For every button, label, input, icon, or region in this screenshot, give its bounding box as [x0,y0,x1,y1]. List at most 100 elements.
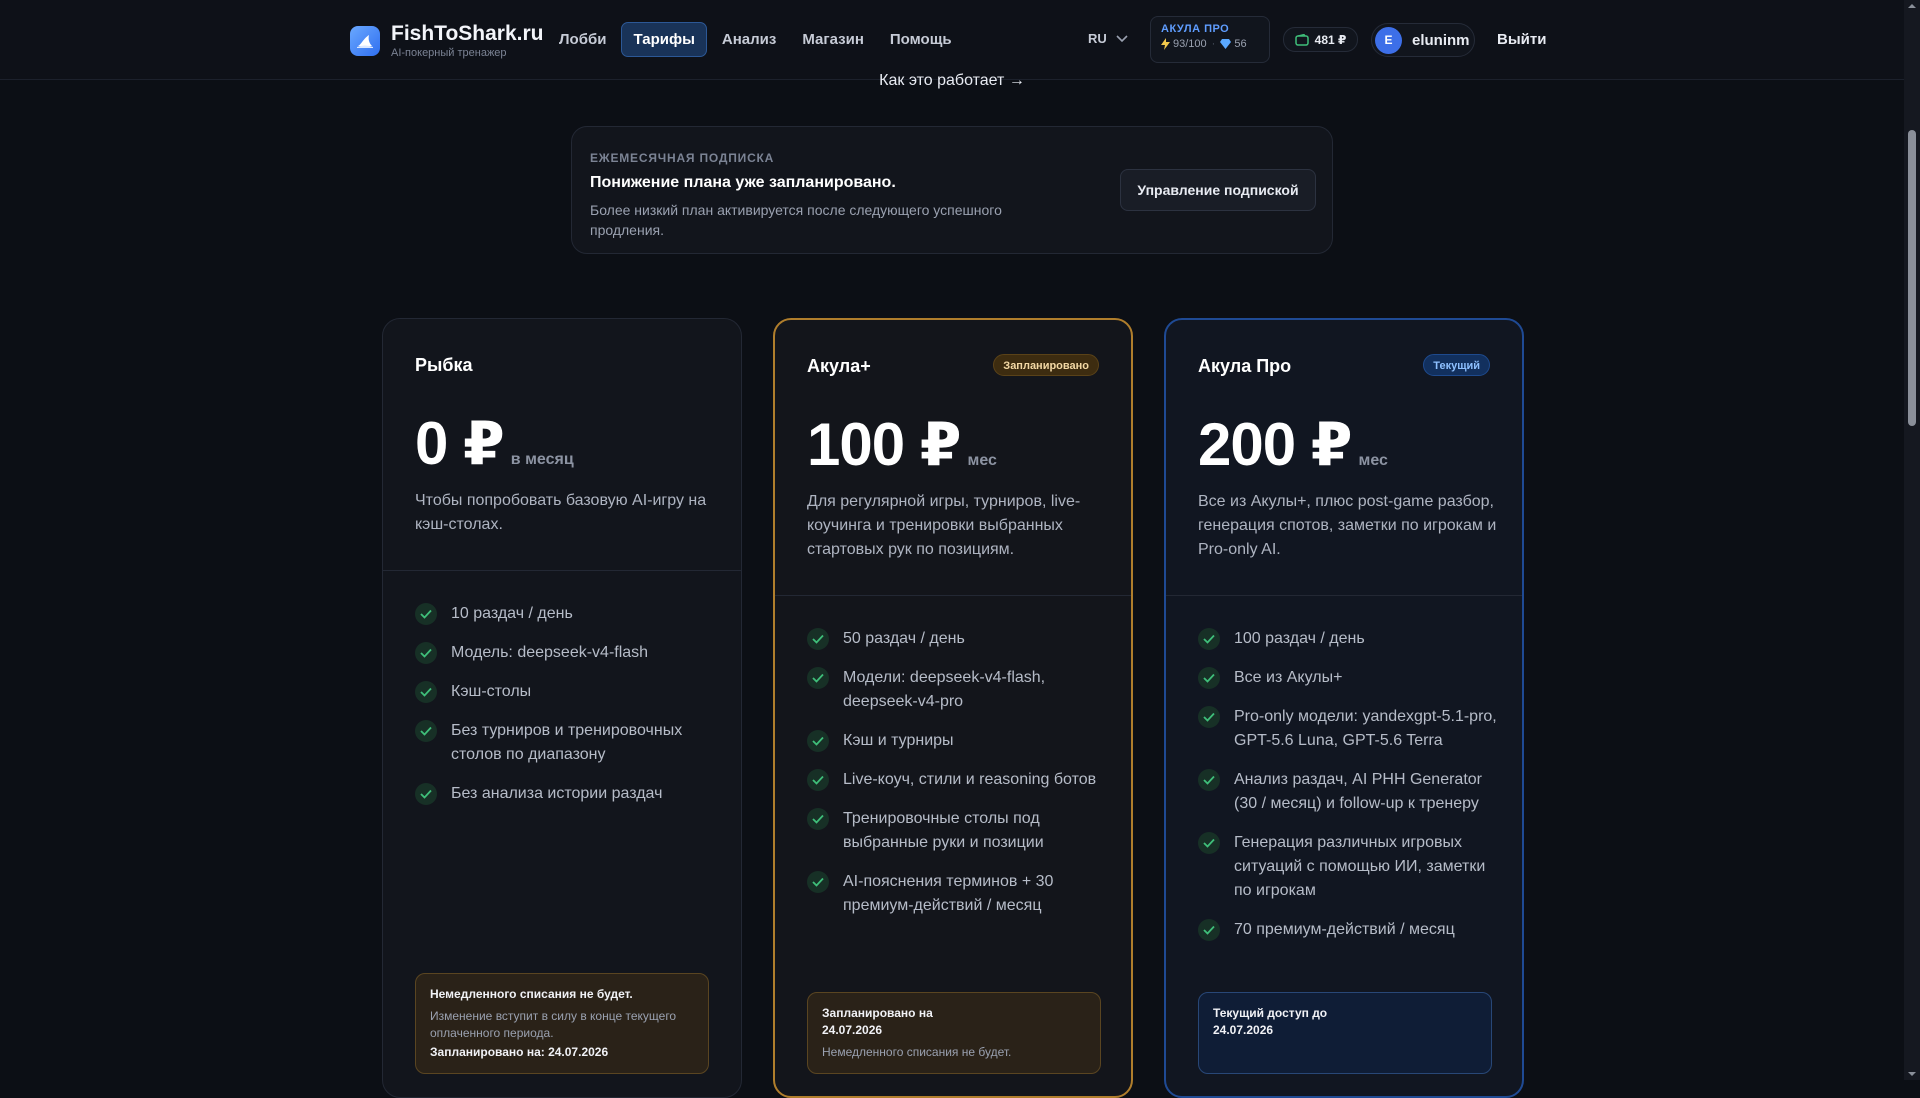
scrollbar-thumb[interactable] [1908,130,1916,426]
user-menu[interactable]: E eluninm [1371,23,1475,57]
subscription-label: ЕЖЕМЕСЯЧНАЯ ПОДПИСКА [590,151,775,165]
scroll-up-arrow-icon[interactable] [1908,2,1916,10]
feature-item: Генерация различных игровых ситуаций с п… [1198,832,1498,903]
card-divider [775,595,1131,596]
nav-help[interactable]: Помощь [879,22,963,57]
feature-item: AI-пояснения терминов + 30 премиум-дейст… [807,871,1107,918]
language-label: RU [1088,31,1107,46]
price-value: 200 ₽ [1198,411,1353,478]
feature-item: Кэш и турниры [807,730,1107,753]
note-title: Запланировано на 24.07.2026 [822,1006,933,1037]
feature-item: 10 раздач / день [415,603,715,626]
check-icon [1198,706,1220,728]
username: eluninm [1412,31,1470,49]
feature-text: AI-пояснения терминов + 30 премиум-дейст… [843,873,1054,914]
feature-text: 70 премиум-действий / месяц [1234,921,1455,938]
note-scheduled-date: Запланировано на: 24.07.2026 [430,1045,609,1059]
plan-price: 200 ₽ мес [1198,410,1388,480]
price-value: 100 ₽ [807,411,962,478]
plan-name: Акула Про [1198,356,1292,376]
gem-icon [1220,39,1232,49]
feature-item: Без анализа истории раздач [415,783,715,806]
feature-text: Кэш-столы [451,683,532,700]
feature-list: 10 раздач / день Модель: deepseek-v4-fla… [415,603,715,822]
feature-item: Тренировочные столы под выбранные руки и… [807,808,1107,855]
nav-tariffs[interactable]: Тарифы [621,22,707,57]
note-text: Изменение вступит в силу в конце текущег… [430,1009,677,1040]
note-title: Немедленного списания не будет. [430,987,633,1001]
plan-note: Текущий доступ до 24.07.2026 [1198,992,1492,1074]
feature-item: Live-коуч, стили и reasoning ботов [807,769,1107,792]
plan-description: Для регулярной игры, турниров, live-коуч… [807,493,1081,558]
feature-item: Без турниров и тренировочных столов по д… [415,720,715,767]
status-badge: Текущий [1423,354,1490,376]
chevron-down-icon [1116,34,1128,42]
main-nav: Лобби Тарифы Анализ Магазин Помощь [548,22,967,57]
feature-text: 10 раздач / день [451,605,573,622]
feature-text: Анализ раздач, AI PHH Generator (30 / ме… [1234,771,1482,812]
feature-item: Кэш-столы [415,681,715,704]
brand-tagline: AI-покерный тренажер [391,47,507,59]
note-text: Немедленного списания не будет. [822,1045,1012,1059]
wallet-amount: 481 ₽ [1314,32,1347,47]
feature-text: Live-коуч, стили и reasoning ботов [843,771,1097,788]
top-header: FishToShark.ru AI-покерный тренажер Лобб… [0,0,1904,80]
check-icon [807,808,829,830]
plan-note: Запланировано на 24.07.2026 Немедленного… [807,992,1101,1074]
feature-item: 70 премиум-действий / месяц [1198,919,1498,942]
nav-shop[interactable]: Магазин [791,22,875,57]
feature-text: 100 раздач / день [1234,630,1365,647]
current-plan-widget[interactable]: АКУЛА ПРО 93/100 · 56 [1150,16,1270,63]
how-it-works-link[interactable]: Как это работает → [0,72,1904,90]
feature-list: 50 раздач / день Модели: deepseek-v4-fla… [807,628,1107,934]
plan-note: Немедленного списания не будет. Изменени… [415,973,709,1074]
shark-fin-logo-icon [350,26,380,56]
feature-item: 50 раздач / день [807,628,1107,651]
plan-price: 100 ₽ мес [807,410,997,480]
subscription-title: Понижение плана уже запланировано. [590,174,896,191]
feature-text: 50 раздач / день [843,630,965,647]
plan-name: АКУЛА ПРО [1161,23,1230,35]
feature-item: Pro-only модели: yandexgpt-5.1-pro, GPT-… [1198,706,1498,753]
nav-analysis[interactable]: Анализ [711,22,787,57]
check-icon [1198,628,1220,650]
scroll-down-arrow-icon[interactable] [1908,1070,1916,1078]
feature-text: Модель: deepseek-v4-flash [451,644,649,661]
brand[interactable]: FishToShark.ru AI-покерный тренажер [350,22,543,60]
check-icon [1198,832,1220,854]
feature-text: Все из Акулы+ [1234,669,1343,686]
subscription-banner: ЕЖЕМЕСЯЧНАЯ ПОДПИСКА Понижение плана уже… [571,126,1333,254]
check-icon [415,603,437,625]
check-icon [1198,769,1220,791]
check-icon [807,628,829,650]
nav-lobby[interactable]: Лобби [548,22,617,57]
feature-text: Кэш и турниры [843,732,954,749]
check-icon [415,642,437,664]
wallet-icon [1294,33,1309,46]
feature-item: Модель: deepseek-v4-flash [415,642,715,665]
plan-card-shark-plus: Акула+ Запланировано 100 ₽ мес Для регул… [773,318,1133,1098]
language-selector[interactable]: RU [1088,31,1128,46]
feature-text: Без турниров и тренировочных столов по д… [451,722,683,763]
check-icon [807,730,829,752]
feature-list: 100 раздач / день Все из Акулы+ Pro-only… [1198,628,1498,958]
status-badge: Запланировано [993,354,1099,376]
plan-description: Все из Акулы+, плюс post-game разбор, ге… [1198,493,1497,558]
plan-card-fish: Рыбка 0 ₽ в месяц Чтобы попробовать базо… [382,318,742,1098]
check-icon [415,720,437,742]
feature-text: Тренировочные столы под выбранные руки и… [843,810,1044,851]
brand-name: FishToShark.ru [391,22,544,45]
plan-price: 0 ₽ в месяц [415,409,574,479]
feature-text: Pro-only модели: yandexgpt-5.1-pro, GPT-… [1234,708,1497,749]
manage-subscription-button[interactable]: Управление подпиской [1120,169,1316,211]
wallet-balance[interactable]: 481 ₽ [1283,27,1358,52]
avatar: E [1375,26,1402,54]
plan-description: Чтобы попробовать базовую AI-игру на кэш… [415,492,707,533]
lightning-icon [1161,38,1170,50]
feature-item: Анализ раздач, AI PHH Generator (30 / ме… [1198,769,1498,816]
check-icon [1198,667,1220,689]
logout-button[interactable]: Выйти [1497,31,1546,48]
check-icon [415,783,437,805]
feature-text: Без анализа истории раздач [451,785,663,802]
page-scrollbar[interactable] [1904,0,1920,1080]
